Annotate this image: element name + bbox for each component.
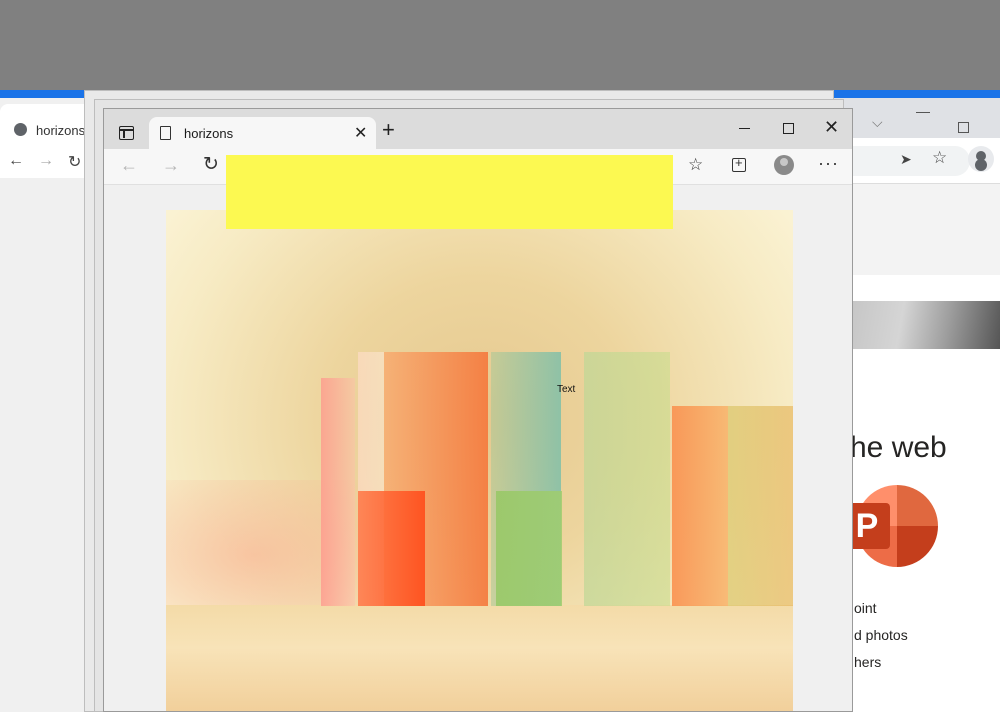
minimize-icon[interactable]	[916, 112, 930, 113]
artwork-column	[728, 406, 793, 606]
more-icon[interactable]: ···	[818, 153, 839, 174]
artwork-column	[321, 378, 355, 606]
list-item: oint	[854, 600, 877, 616]
artwork-column	[584, 352, 670, 606]
tab-actions-icon[interactable]	[119, 126, 134, 140]
list-item: hers	[854, 654, 882, 670]
artwork-column	[672, 406, 728, 606]
tab-title: horizons	[184, 126, 234, 141]
minimize-icon[interactable]	[739, 128, 750, 129]
chevron-down-icon[interactable]: ⌵	[872, 114, 883, 131]
page-icon	[160, 126, 171, 140]
back-arrow-icon[interactable]: ←	[120, 155, 138, 176]
account-icon[interactable]	[968, 146, 994, 172]
tab-horizons[interactable]: horizons ✕	[149, 117, 376, 149]
maximize-icon[interactable]	[783, 123, 794, 134]
list-item: d photos	[854, 627, 908, 643]
horizons-artwork: Text	[166, 210, 793, 711]
page-heading: he web	[850, 431, 947, 464]
globe-icon	[14, 123, 27, 136]
window-accent-strip	[820, 90, 1000, 98]
forward-arrow-icon[interactable]: →	[38, 152, 54, 170]
favorites-icon[interactable]: ☆	[688, 155, 703, 175]
artwork-column	[496, 491, 562, 606]
star-icon[interactable]: ☆	[932, 148, 947, 168]
feature-list: oint d photos hers	[854, 595, 908, 676]
artwork-column	[358, 491, 425, 606]
redaction-box	[226, 155, 673, 229]
artwork-floor	[166, 605, 793, 711]
profile-icon[interactable]	[774, 155, 794, 175]
window-close-icon[interactable]: ✕	[824, 117, 839, 138]
forward-arrow-icon[interactable]: →	[162, 155, 180, 176]
reload-icon[interactable]: ↻	[203, 153, 219, 176]
tab-title: horizons	[36, 123, 86, 138]
back-arrow-icon[interactable]: ←	[8, 152, 24, 170]
collections-icon[interactable]	[732, 155, 746, 172]
close-icon[interactable]: ✕	[354, 123, 367, 143]
maximize-icon[interactable]	[958, 122, 969, 133]
reload-icon[interactable]: ↻	[68, 152, 81, 172]
send-icon[interactable]: ➤	[900, 151, 912, 168]
title-bar[interactable]: horizons ✕ + ✕	[104, 109, 852, 149]
artwork-label: Text	[557, 384, 576, 395]
plus-icon[interactable]: +	[382, 119, 395, 141]
